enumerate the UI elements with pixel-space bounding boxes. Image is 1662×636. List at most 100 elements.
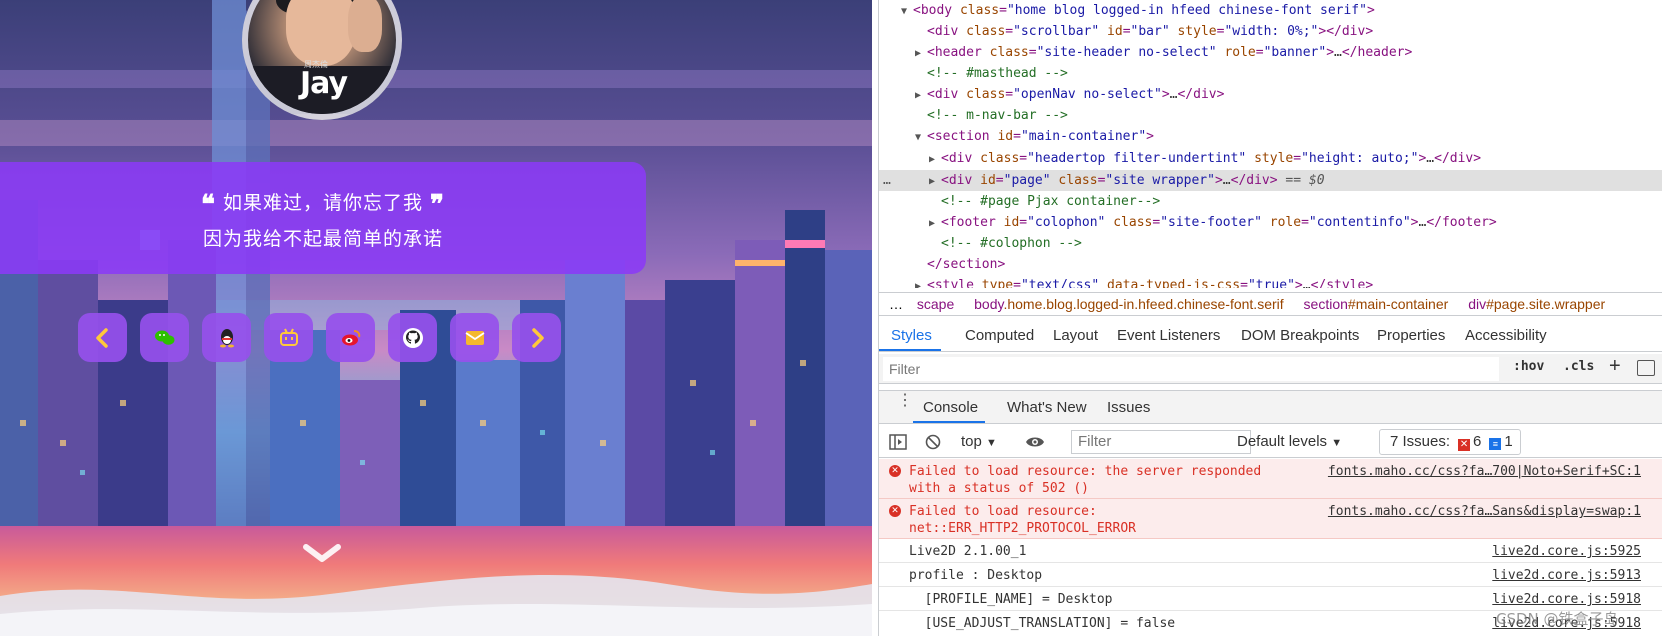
console-message-text: [USE_ADJUST_TRANSLATION] = false — [909, 616, 1176, 631]
dom-comment[interactable]: <!-- #page Pjax container--> — [941, 191, 1160, 212]
expand-triangle-icon[interactable]: ▶ — [929, 149, 941, 170]
avatar-hand — [348, 0, 382, 52]
error-icon: ✕ — [889, 505, 901, 517]
console-message-text: profile : Desktop — [909, 568, 1043, 583]
console-message-error[interactable]: ✕ Failed to load resource: the server re… — [879, 459, 1662, 499]
console-message-text: Failed to load resource: the server resp… — [909, 464, 1262, 496]
qq-button[interactable] — [202, 313, 251, 362]
console-message-text: Live2D 2.1.00_1 — [909, 544, 1027, 559]
dom-comment[interactable]: <!-- #masthead --> — [927, 63, 1068, 84]
node-actions-dots[interactable]: … — [883, 170, 891, 191]
wechat-icon — [154, 330, 174, 345]
expand-triangle-icon[interactable]: ▶ — [929, 171, 941, 192]
watermark: CSDN @铁盒子岛 — [1496, 610, 1619, 628]
close-quote-icon: ❞ — [430, 190, 446, 220]
github-icon — [402, 327, 423, 348]
breadcrumb-item-selected[interactable]: div#page.site.wrapper — [1468, 293, 1605, 315]
breadcrumb-item[interactable]: scape — [917, 293, 954, 315]
console-message-error[interactable]: ✕ Failed to load resource: net::ERR_HTTP… — [879, 499, 1662, 539]
hover-state-toggle[interactable]: :hov — [1513, 359, 1544, 374]
info-count: 1 — [1504, 433, 1513, 450]
toggle-sidebar-icon[interactable] — [1637, 360, 1655, 376]
dropdown-caret-icon: ▼ — [986, 437, 997, 449]
tab-issues[interactable]: Issues — [1107, 399, 1150, 416]
expand-triangle-icon[interactable]: ▶ — [915, 85, 927, 106]
expand-triangle-icon[interactable]: ▶ — [915, 276, 927, 288]
tab-properties[interactable]: Properties — [1377, 327, 1445, 344]
dom-comment[interactable]: <!-- m-nav-bar --> — [927, 105, 1068, 126]
bottom-wave — [0, 574, 872, 636]
expand-triangle-icon[interactable]: ▶ — [929, 213, 941, 234]
next-quote-button[interactable] — [512, 313, 561, 362]
console-source-link[interactable]: fonts.maho.cc/css?fa…Sans&display=swap:1 — [1328, 503, 1641, 520]
error-icon: ✕ — [889, 465, 901, 477]
dom-node-page-selected[interactable]: ▶ <div id="page" class="site wrapper">…</… — [929, 170, 1325, 191]
dom-node-opennav[interactable]: ▶ <div class="openNav no-select">…</div> — [915, 84, 1224, 105]
weibo-button[interactable] — [326, 313, 375, 362]
tab-console[interactable]: Console — [923, 399, 978, 416]
console-toolbar: top ▼ Filter Default levels ▼ 7 Issues: ✕… — [879, 426, 1662, 458]
tab-event-listeners[interactable]: Event Listeners — [1117, 327, 1220, 344]
console-source-link[interactable]: fonts.maho.cc/css?fa…700|Noto+Serif+SC:1 — [1328, 463, 1641, 480]
drawer-menu-icon[interactable]: ⋮ — [897, 393, 913, 409]
tab-layout[interactable]: Layout — [1053, 327, 1098, 344]
tab-computed[interactable]: Computed — [965, 327, 1034, 344]
dom-node-headertop[interactable]: ▶ <div class="headertop filter-undertint"… — [929, 148, 1481, 169]
sidebar-tabs: Styles Computed Layout Event Listeners D… — [879, 320, 1662, 352]
website-viewport: 周杰倫 Jay ❝ 如果难过，请你忘了我 ❞ 因为我给不起最简单的承诺 — [0, 0, 872, 636]
issues-counter-button[interactable]: 7 Issues: ✕ 6 ≡ 1 — [1379, 429, 1521, 455]
wechat-button[interactable] — [140, 313, 189, 362]
breadcrumb-item[interactable]: body.home.blog.logged-in.hfeed.chinese-f… — [974, 293, 1284, 315]
console-source-link[interactable]: live2d.core.js:5913 — [1492, 567, 1641, 584]
console-source-link[interactable]: live2d.core.js:5918 — [1492, 591, 1641, 608]
info-badge-icon: ≡ — [1489, 438, 1502, 450]
dom-node-footer[interactable]: ▶ <footer id="colophon" class="site-foote… — [929, 212, 1497, 233]
github-button[interactable] — [388, 313, 437, 362]
email-button[interactable] — [450, 313, 499, 362]
elements-tree: … ▼ <body class="home blog logged-in hfee… — [879, 0, 1662, 288]
log-levels-dropdown[interactable]: Default levels ▼ — [1237, 433, 1342, 450]
scroll-down-chevron-icon[interactable] — [302, 543, 342, 567]
active-tab-underline — [879, 349, 941, 351]
tab-whats-new[interactable]: What's New — [1007, 399, 1087, 416]
selected-marker: == $0 — [1277, 173, 1325, 188]
dom-comment[interactable]: <!-- #colophon --> — [941, 233, 1082, 254]
new-rule-button[interactable]: + — [1609, 355, 1621, 378]
class-toggle[interactable]: .cls — [1563, 359, 1594, 374]
quote-text-2: 因为我给不起最简单的承诺 — [202, 228, 443, 250]
tab-dom-breakpoints[interactable]: DOM Breakpoints — [1241, 327, 1359, 344]
collapse-triangle-icon[interactable]: ▼ — [901, 1, 913, 22]
dom-node-style[interactable]: ▶ <style type="text/css" data-typed-js-cs… — [915, 275, 1373, 288]
breadcrumb-item[interactable]: section#main-container — [1304, 293, 1449, 315]
chevron-right-icon — [531, 327, 544, 348]
console-message-log[interactable]: Live2D 2.1.00_1 live2d.core.js:5925 — [879, 539, 1662, 563]
styles-filter-input[interactable]: Filter — [883, 357, 1499, 381]
clear-console-icon[interactable] — [925, 434, 941, 450]
bilibili-button[interactable] — [264, 313, 313, 362]
dom-node-header[interactable]: ▶ <header class="site-header no-select" r… — [915, 42, 1412, 63]
tab-styles[interactable]: Styles — [891, 327, 932, 344]
dom-node-body[interactable]: ▼ <body class="home blog logged-in hfeed … — [901, 0, 1375, 21]
open-quote-icon: ❝ — [200, 190, 216, 220]
expand-triangle-icon[interactable]: ▶ — [915, 43, 927, 64]
console-filter-input[interactable]: Filter — [1071, 430, 1251, 454]
live-expression-eye-icon[interactable] — [1025, 435, 1045, 449]
avatar-face — [286, 0, 356, 66]
dom-node-section-close[interactable]: </section> — [927, 254, 1005, 275]
avatar-text: Jay — [300, 66, 348, 101]
tab-accessibility[interactable]: Accessibility — [1465, 327, 1547, 344]
context-selector[interactable]: top ▼ — [961, 433, 997, 450]
prev-quote-button[interactable] — [78, 313, 127, 362]
bilibili-icon — [279, 328, 298, 346]
collapse-triangle-icon[interactable]: ▼ — [915, 127, 927, 148]
quote-card: ❝ 如果难过，请你忘了我 ❞ 因为我给不起最简单的承诺 — [0, 162, 646, 274]
sidebar-toggle-icon[interactable] — [889, 434, 907, 450]
breadcrumb-more[interactable]: … — [889, 293, 903, 315]
active-drawer-tab-underline — [913, 421, 985, 423]
console-message-log[interactable]: profile : Desktop live2d.core.js:5913 — [879, 563, 1662, 587]
console-source-link[interactable]: live2d.core.js:5925 — [1492, 543, 1641, 560]
dom-node-section[interactable]: ▼ <section id="main-container"> — [915, 126, 1154, 147]
avatar[interactable]: 周杰倫 Jay — [242, 0, 402, 120]
dom-node-scrollbar[interactable]: <div class="scrollbar" id="bar" style="w… — [927, 21, 1373, 42]
devtools-panel: … ▼ <body class="home blog logged-in hfee… — [878, 0, 1662, 636]
